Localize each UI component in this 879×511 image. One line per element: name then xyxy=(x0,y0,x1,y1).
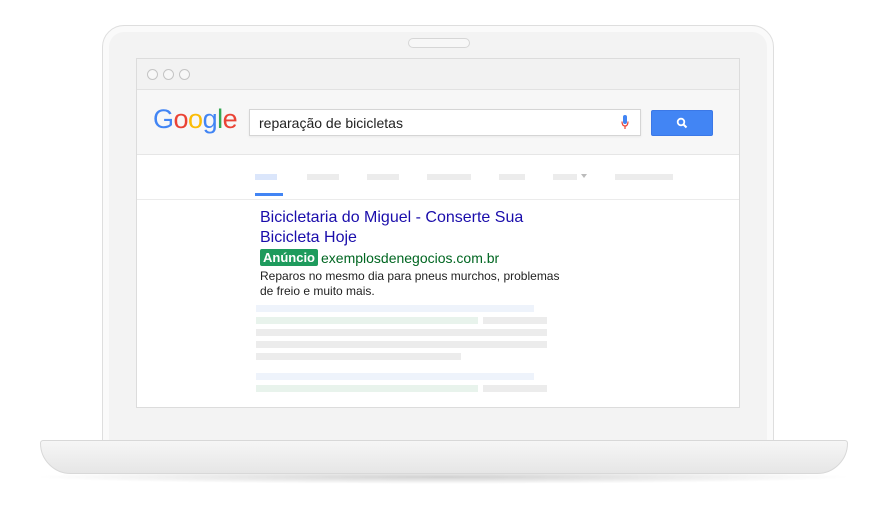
logo-letter: e xyxy=(222,104,238,134)
ad-url[interactable]: exemplosdenegocios.com.br xyxy=(321,250,499,266)
search-button[interactable] xyxy=(651,110,713,136)
browser-titlebar xyxy=(137,59,739,90)
result-url-placeholder xyxy=(256,385,478,392)
result-text-placeholder xyxy=(483,317,547,324)
laptop-base xyxy=(40,440,848,474)
magnifier-icon xyxy=(676,117,688,129)
result-title-placeholder xyxy=(256,373,534,380)
active-tab-indicator xyxy=(255,193,283,196)
chevron-down-icon xyxy=(581,174,587,178)
result-url-placeholder xyxy=(256,317,478,324)
ad-description-line: de freio e muito mais. xyxy=(260,284,375,298)
microphone-icon[interactable] xyxy=(621,115,629,130)
search-tabs xyxy=(137,155,739,200)
google-logo[interactable]: Google xyxy=(153,104,238,135)
tab-placeholder[interactable] xyxy=(307,174,339,180)
window-close-dot[interactable] xyxy=(147,69,158,80)
browser-window: Google reparação de bicicletas Bicicleta… xyxy=(136,58,740,408)
logo-letter: G xyxy=(153,104,174,134)
tab-tools[interactable] xyxy=(615,174,673,180)
tab-placeholder[interactable] xyxy=(427,174,471,180)
logo-letter: o xyxy=(173,104,189,134)
tab-more[interactable] xyxy=(553,174,577,180)
window-maximize-dot[interactable] xyxy=(179,69,190,80)
tab-placeholder[interactable] xyxy=(499,174,525,180)
ad-badge: Anúncio xyxy=(260,249,318,267)
tab-placeholder[interactable] xyxy=(367,174,399,180)
logo-letter: g xyxy=(202,104,218,134)
search-header: Google reparação de bicicletas xyxy=(137,90,739,155)
result-title-placeholder xyxy=(256,305,534,312)
ad-title-line: Bicicletaria do Miguel - Conserte Sua xyxy=(260,209,524,226)
ad-description: Reparos no mesmo dia para pneus murchos,… xyxy=(260,269,580,299)
ad-title-line: Bicicleta Hoje xyxy=(260,229,357,246)
ad-description-line: Reparos no mesmo dia para pneus murchos,… xyxy=(260,269,560,283)
window-minimize-dot[interactable] xyxy=(163,69,174,80)
result-text-placeholder xyxy=(256,341,547,348)
ad-meta: Anúncio exemplosdenegocios.com.br xyxy=(260,249,499,267)
ad-title-link[interactable]: Bicicletaria do Miguel - Conserte Sua Bi… xyxy=(260,208,550,248)
laptop-camera xyxy=(408,38,470,48)
result-text-placeholder xyxy=(256,329,547,336)
search-query: reparação de bicicletas xyxy=(259,115,403,131)
result-text-placeholder xyxy=(256,353,461,360)
tab-all[interactable] xyxy=(255,174,277,180)
result-text-placeholder xyxy=(483,385,547,392)
search-input[interactable]: reparação de bicicletas xyxy=(249,109,641,136)
logo-letter: o xyxy=(188,104,203,134)
